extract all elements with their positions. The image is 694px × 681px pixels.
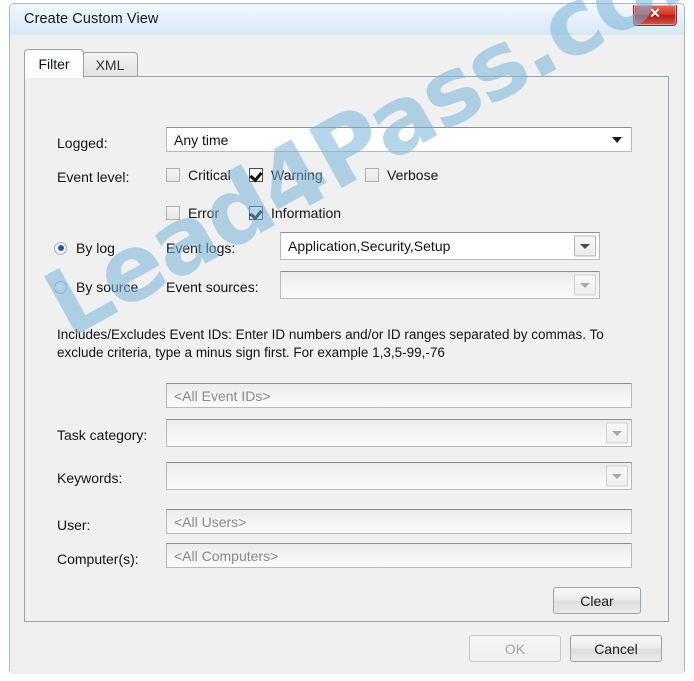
chevron-down-icon [612,136,622,143]
event-logs-combobox[interactable]: Application,Security,Setup [280,232,600,260]
title-bar: Create Custom View ✕ [10,4,684,35]
chevron-down-icon [612,430,622,436]
logged-value: Any time [174,131,229,148]
event-sources-dropdown-button[interactable] [574,274,596,296]
checkbox-row-warning[interactable]: Warning [249,167,323,183]
chevron-down-icon [612,473,622,479]
keywords-label: Keywords: [57,470,123,486]
close-x-icon: ✕ [649,7,661,22]
user-input[interactable]: <All Users> [166,509,632,534]
checkbox-row-information[interactable]: Information [249,205,341,221]
checkbox-row-error[interactable]: Error [166,205,219,221]
tab-filter[interactable]: Filter [24,49,84,78]
dialog-body: Filter XML Logged: Any time Event level: [10,35,684,674]
cancel-button[interactable]: Cancel [570,635,662,662]
event-logs-value: Application,Security,Setup [288,238,451,254]
chevron-down-icon [580,243,590,249]
radio-by-log[interactable] [54,241,67,255]
screenshot-root: Create Custom View ✕ Filter XML Logged: … [0,0,694,681]
radio-by-source-label: By source [76,279,139,295]
user-label: User: [57,517,91,533]
radio-row-by-source[interactable]: By source [54,279,138,295]
clear-button[interactable]: Clear [553,587,641,614]
radio-row-by-log[interactable]: By log [54,240,115,256]
task-category-combobox[interactable] [166,419,632,447]
event-ids-placeholder: <All Event IDs> [174,387,271,404]
checkbox-information[interactable] [249,206,263,220]
window-title: Create Custom View [24,11,159,27]
create-custom-view-dialog: Create Custom View ✕ Filter XML Logged: … [9,3,685,674]
checkbox-information-label: Information [271,205,342,221]
event-logs-label: Event logs: [166,240,236,256]
user-placeholder: <All Users> [174,513,247,530]
ok-button[interactable]: OK [469,635,561,662]
checkbox-verbose-label: Verbose [387,167,439,183]
computers-input[interactable]: <All Computers> [166,543,632,568]
computers-placeholder: <All Computers> [174,547,279,564]
checkbox-warning[interactable] [249,168,263,182]
checkbox-critical[interactable] [166,168,180,182]
event-level-label: Event level: [57,169,130,185]
task-category-dropdown-button[interactable] [606,422,628,444]
checkbox-verbose[interactable] [365,168,379,182]
task-category-label: Task category: [57,427,148,443]
keywords-dropdown-button[interactable] [606,465,628,487]
checkbox-row-critical[interactable]: Critical [166,167,231,183]
event-sources-combobox[interactable] [280,271,600,299]
chevron-down-icon [580,282,590,288]
tab-xml[interactable]: XML [82,52,138,77]
radio-by-log-label: By log [76,240,115,256]
event-logs-dropdown-button[interactable] [574,235,596,257]
close-button[interactable]: ✕ [633,5,677,26]
keywords-combobox[interactable] [166,462,632,490]
filter-tab-panel: Logged: Any time Event level: Critical W… [24,76,669,622]
computers-label: Computer(s): [57,551,139,567]
checkbox-warning-label: Warning [271,167,323,183]
logged-label: Logged: [57,135,108,151]
logged-combobox[interactable]: Any time [166,127,632,152]
radio-by-source[interactable] [54,280,67,294]
checkbox-error[interactable] [166,206,180,220]
checkbox-error-label: Error [188,205,220,221]
checkbox-critical-label: Critical [188,167,231,183]
checkbox-row-verbose[interactable]: Verbose [365,167,438,183]
event-sources-label: Event sources: [166,279,259,295]
event-id-help-text: Includes/Excludes Event IDs: Enter ID nu… [57,327,604,360]
event-ids-input[interactable]: <All Event IDs> [166,383,632,408]
